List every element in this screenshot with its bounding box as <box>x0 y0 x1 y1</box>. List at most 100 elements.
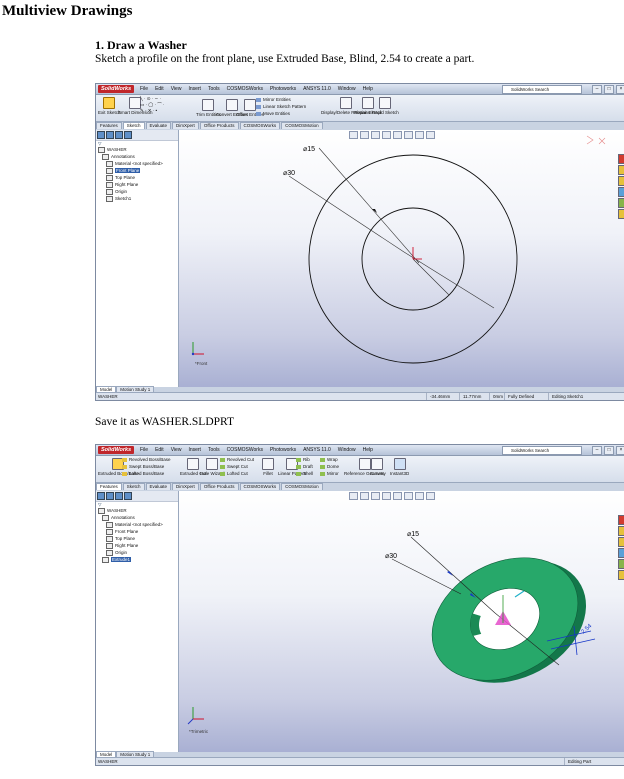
design-library-icon[interactable] <box>618 526 624 536</box>
linear-sketch-pattern-button[interactable]: Linear Sketch Pattern <box>256 104 306 110</box>
close-icon[interactable]: × <box>616 446 624 455</box>
tab-sketch[interactable]: Sketch <box>122 122 145 129</box>
curves-button[interactable]: Curves <box>370 458 384 476</box>
tree-item-material[interactable]: Material <not specified> <box>96 521 178 529</box>
tab-features[interactable]: Features <box>96 122 122 129</box>
tree-item-washer[interactable]: WASHER <box>96 508 178 515</box>
tree-item-right-plane[interactable]: Right Plane <box>96 542 178 550</box>
minimize-icon[interactable]: – <box>592 85 602 94</box>
rapid-sketch-button[interactable]: Rapid Sketch <box>372 97 399 115</box>
lofted-cut-button[interactable]: Lofted Cut <box>220 471 248 477</box>
confirmation-corner-icon[interactable] <box>586 135 606 145</box>
tree-item-top-plane[interactable]: Top Plane <box>96 535 178 543</box>
menu-window[interactable]: Window <box>336 446 358 454</box>
appearances-icon[interactable] <box>618 209 624 219</box>
tab-cosmosmotion[interactable]: COSMOSMotion <box>281 483 323 490</box>
resources-icon[interactable] <box>618 154 624 164</box>
graphics-area[interactable]: ⌀15 ⌀30 *Front <box>179 130 624 387</box>
revolved-cut-button[interactable]: Revolved Cut <box>220 457 254 463</box>
feature-manager-icon[interactable] <box>97 131 105 139</box>
menu-photoworks[interactable]: Photoworks <box>268 446 298 454</box>
move-entities-button[interactable]: Move Entities <box>256 111 290 117</box>
wrap-button[interactable]: Wrap <box>320 457 338 463</box>
swept-cut-button[interactable]: Swept Cut <box>220 464 248 470</box>
property-manager-icon[interactable] <box>106 131 114 139</box>
tab-sketch[interactable]: Sketch <box>122 483 145 490</box>
tree-item-front-plane[interactable]: Front Plane <box>96 528 178 536</box>
search-icon[interactable] <box>618 548 624 558</box>
tab-dimxpert[interactable]: DimXpert <box>172 483 199 490</box>
dome-button[interactable]: Dome <box>320 464 339 470</box>
menu-photoworks[interactable]: Photoworks <box>268 85 298 93</box>
tree-item-washer[interactable]: WASHER <box>96 147 178 154</box>
draft-button[interactable]: Draft <box>296 464 313 470</box>
tab-evaluate[interactable]: Evaluate <box>145 483 172 490</box>
outer-diameter-dimension[interactable]: ⌀15 <box>407 531 419 538</box>
tab-office-products[interactable]: Office Products <box>199 122 239 129</box>
file-explorer-icon[interactable] <box>618 537 624 547</box>
config-manager-icon[interactable] <box>115 492 123 500</box>
tab-cosmosmotion[interactable]: COSMOSMotion <box>281 122 323 129</box>
graphics-area[interactable]: ⌀15 ⌀30 2.54 *Trimetric <box>179 491 624 752</box>
restore-icon[interactable]: □ <box>604 446 614 455</box>
tree-item-extrude1[interactable]: Extrude1 <box>96 556 178 564</box>
tab-features[interactable]: Features <box>96 483 122 490</box>
inner-diameter-dimension[interactable]: ⌀30 <box>283 170 295 177</box>
menu-cosmosworks[interactable]: COSMOSWorks <box>225 85 265 93</box>
design-library-icon[interactable] <box>618 165 624 175</box>
appearances-icon[interactable] <box>618 570 624 580</box>
menu-help[interactable]: Help <box>361 85 375 93</box>
feature-manager-icon[interactable] <box>97 492 105 500</box>
outer-diameter-dimension[interactable]: ⌀15 <box>303 146 315 153</box>
tab-office-products[interactable]: Office Products <box>199 483 239 490</box>
depth-dimension[interactable]: 2.54 <box>580 623 593 636</box>
menu-tools[interactable]: Tools <box>206 446 222 454</box>
tree-item-right-plane[interactable]: Right Plane <box>96 181 178 189</box>
menu-file[interactable]: File <box>138 85 150 93</box>
menu-insert[interactable]: Insert <box>186 85 203 93</box>
resources-icon[interactable] <box>618 515 624 525</box>
search-input[interactable]: SolidWorks Search <box>502 446 582 455</box>
file-explorer-icon[interactable] <box>618 176 624 186</box>
menu-tools[interactable]: Tools <box>206 85 222 93</box>
search-input[interactable]: SolidWorks Search <box>502 85 582 94</box>
menu-edit[interactable]: Edit <box>153 85 166 93</box>
view-palette-icon[interactable] <box>618 198 624 208</box>
fillet-button[interactable]: Fillet <box>262 458 274 476</box>
menu-cosmosworks[interactable]: COSMOSWorks <box>225 446 265 454</box>
menu-help[interactable]: Help <box>361 446 375 454</box>
tree-item-top-plane[interactable]: Top Plane <box>96 174 178 182</box>
tree-item-origin[interactable]: Origin <box>96 549 178 557</box>
menu-ansys[interactable]: ANSYS 11.0 <box>301 85 333 93</box>
menu-file[interactable]: File <box>138 446 150 454</box>
tree-item-annotations[interactable]: Annotations <box>96 514 178 522</box>
revolved-boss-button[interactable]: Revolved Boss/Base <box>122 457 171 463</box>
mirror-entities-button[interactable]: Mirror Entities <box>256 97 291 103</box>
tree-item-origin[interactable]: Origin <box>96 188 178 196</box>
tree-item-front-plane[interactable]: Front Plane <box>96 167 178 175</box>
inner-diameter-dimension[interactable]: ⌀30 <box>385 553 397 560</box>
menu-insert[interactable]: Insert <box>186 446 203 454</box>
dimxpert-manager-icon[interactable] <box>124 131 132 139</box>
tab-dimxpert[interactable]: DimXpert <box>172 122 199 129</box>
shell-button[interactable]: Shell <box>296 471 313 477</box>
menu-view[interactable]: View <box>169 446 184 454</box>
dimxpert-manager-icon[interactable] <box>124 492 132 500</box>
mirror-button[interactable]: Mirror <box>320 471 339 477</box>
tab-evaluate[interactable]: Evaluate <box>145 122 172 129</box>
tab-cosmosworks[interactable]: COSMOSWorks <box>239 122 281 129</box>
menu-edit[interactable]: Edit <box>153 446 166 454</box>
rib-button[interactable]: Rib <box>296 457 310 463</box>
config-manager-icon[interactable] <box>115 131 123 139</box>
menu-view[interactable]: View <box>169 85 184 93</box>
tree-item-material[interactable]: Material <not specified> <box>96 160 178 168</box>
tree-item-sketch1[interactable]: Sketch1 <box>96 195 178 203</box>
close-icon[interactable]: × <box>616 85 624 94</box>
restore-icon[interactable]: □ <box>604 85 614 94</box>
tree-item-annotations[interactable]: Annotations <box>96 153 178 161</box>
menu-ansys[interactable]: ANSYS 11.0 <box>301 446 333 454</box>
search-icon[interactable] <box>618 187 624 197</box>
minimize-icon[interactable]: – <box>592 446 602 455</box>
property-manager-icon[interactable] <box>106 492 114 500</box>
instant3d-button[interactable]: Instant3D <box>390 458 409 476</box>
